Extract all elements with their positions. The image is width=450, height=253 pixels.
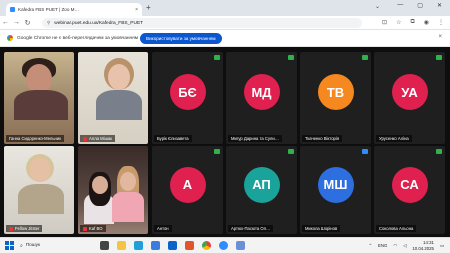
participant-avatar: МШ bbox=[317, 166, 354, 203]
meeting-gallery: Ганна Сидоренко-Мельник Алла Мішак БЄ Бу… bbox=[0, 47, 450, 237]
zoom-icon[interactable] bbox=[219, 241, 228, 250]
extensions-icon[interactable]: ⧉ bbox=[410, 19, 414, 26]
participant-tile[interactable]: Ганна Сидоренко-Мельник bbox=[4, 52, 74, 144]
participant-tile[interactable]: МШ Микола Шорінов bbox=[300, 146, 371, 234]
clock[interactable]: 14:31 10.04.2025 bbox=[412, 240, 434, 251]
taskbar-search-label: Пошук bbox=[25, 243, 41, 248]
participant-avatar: СА bbox=[391, 166, 428, 203]
audio-indicator-icon bbox=[214, 149, 220, 154]
address-bar-row: ← → ↻ ⚲ webinar.puet.edu.ua/Kafedra_FBS_… bbox=[0, 16, 450, 30]
participant-tile[interactable]: МД Мигур Дарина та Сули… bbox=[226, 52, 297, 144]
reload-icon[interactable]: ↻ bbox=[22, 19, 33, 27]
maximize-button[interactable]: ▢ bbox=[417, 2, 423, 9]
set-default-button[interactable]: Використовувати за умовчанням bbox=[140, 33, 222, 44]
participant-tile[interactable]: Fellow Jitster bbox=[4, 146, 74, 234]
task-view-icon[interactable] bbox=[100, 241, 109, 250]
participant-name: Соколова Альона bbox=[379, 226, 414, 231]
profile-icon[interactable]: ◉ bbox=[424, 19, 429, 26]
participant-video bbox=[4, 146, 74, 234]
audio-indicator-icon bbox=[288, 149, 294, 154]
tab-search-icon[interactable]: ⌄ bbox=[375, 3, 380, 10]
tab-close-icon[interactable]: × bbox=[135, 7, 138, 13]
url-input[interactable]: ⚲ webinar.puet.edu.ua/Kafedra_FBS_PUET bbox=[42, 18, 362, 28]
participant-tile[interactable]: АП Артюх-Пасюта Ол… bbox=[226, 146, 297, 234]
url-text: webinar.puet.edu.ua/Kafedra_FBS_PUET bbox=[54, 20, 144, 26]
mic-muted-icon bbox=[9, 226, 13, 231]
participant-name: Kaf BO bbox=[89, 226, 103, 231]
menu-icon[interactable]: ⋮ bbox=[438, 19, 444, 26]
participant-tile[interactable]: СА Соколова Альона bbox=[374, 146, 445, 234]
tray-chevron-icon[interactable]: ⌃ bbox=[368, 243, 372, 249]
participant-tile[interactable]: ТВ Ткаченко Вікторія bbox=[300, 52, 371, 144]
participant-name: Ткаченко Вікторія bbox=[305, 136, 340, 141]
participant-avatar: АП bbox=[243, 166, 280, 203]
participant-avatar: БЄ bbox=[169, 74, 206, 111]
participant-name: Алла Мішак bbox=[89, 136, 113, 141]
participant-tile[interactable]: Kaf BO bbox=[78, 146, 148, 234]
audio-indicator-icon bbox=[288, 55, 294, 60]
mic-muted-icon bbox=[83, 136, 87, 141]
audio-indicator-icon bbox=[362, 55, 368, 60]
forward-icon[interactable]: → bbox=[11, 19, 22, 26]
participant-name: Fellow Jitster bbox=[15, 226, 40, 231]
edge-icon[interactable] bbox=[134, 241, 143, 250]
minimize-button[interactable]: — bbox=[397, 2, 403, 9]
chrome-icon[interactable] bbox=[202, 241, 211, 250]
participant-video bbox=[4, 52, 74, 144]
participant-name: Урусенко Аліна bbox=[379, 136, 409, 141]
default-browser-infobar: Google Chrome не є веб-переглядачем за у… bbox=[0, 30, 450, 47]
chrome-logo-icon bbox=[7, 35, 13, 41]
infobar-message: Google Chrome не є веб-переглядачем за у… bbox=[17, 35, 139, 41]
browser-tab-strip: Kafedra FBS PUET | Zoo M… × + ⌄ — ▢ ✕ bbox=[0, 0, 450, 16]
site-info-icon[interactable]: ⚲ bbox=[47, 20, 50, 26]
infobar-close-icon[interactable]: × bbox=[438, 34, 442, 40]
language-indicator[interactable]: ENG bbox=[378, 243, 387, 248]
audio-indicator-icon bbox=[214, 55, 220, 60]
start-button[interactable] bbox=[5, 241, 14, 250]
more-options-icon[interactable] bbox=[362, 149, 368, 154]
search-icon: ⌕ bbox=[20, 243, 23, 249]
clock-date: 10.04.2025 bbox=[412, 245, 434, 251]
participant-avatar: А bbox=[169, 166, 206, 203]
participant-avatar: УА bbox=[391, 74, 428, 111]
office-icon[interactable] bbox=[185, 241, 194, 250]
participant-tile[interactable]: Алла Мішак bbox=[78, 52, 148, 144]
participant-name: Антон bbox=[157, 226, 169, 231]
participant-tile[interactable]: БЄ Бурік Єлизавета bbox=[152, 52, 223, 144]
audio-indicator-icon bbox=[436, 149, 442, 154]
participant-video bbox=[78, 146, 148, 234]
participant-name: Микола Шорінов bbox=[305, 226, 338, 231]
wifi-icon[interactable]: ◠ bbox=[393, 243, 397, 249]
install-icon[interactable]: ⊡ bbox=[382, 19, 387, 26]
close-window-button[interactable]: ✕ bbox=[437, 2, 442, 9]
windows-taskbar: ⌕ Пошук ⌃ ENG ◠ ◁ 14:31 10.04.2025 ▭ bbox=[0, 237, 450, 253]
mail-icon[interactable] bbox=[168, 241, 177, 250]
participant-avatar: МД bbox=[243, 74, 280, 111]
taskbar-search[interactable]: ⌕ Пошук bbox=[20, 243, 40, 249]
tab-title: Kafedra FBS PUET | Zoo M… bbox=[18, 7, 80, 12]
participant-avatar: ТВ bbox=[317, 74, 354, 111]
participant-name: Мигур Дарина та Сули… bbox=[231, 136, 279, 141]
participant-tile[interactable]: УА Урусенко Аліна bbox=[374, 52, 445, 144]
file-explorer-icon[interactable] bbox=[117, 241, 126, 250]
participant-tile[interactable]: А Антон bbox=[152, 146, 223, 234]
volume-icon[interactable]: ◁ bbox=[403, 243, 406, 249]
bookmark-star-icon[interactable]: ☆ bbox=[396, 19, 401, 26]
store-icon[interactable] bbox=[151, 241, 160, 250]
mic-muted-icon bbox=[83, 226, 87, 231]
audio-indicator-icon bbox=[436, 55, 442, 60]
browser-tab[interactable]: Kafedra FBS PUET | Zoo M… × bbox=[6, 3, 142, 16]
participant-name: Артюх-Пасюта Ол… bbox=[231, 226, 271, 231]
participant-name: Ганна Сидоренко-Мельник bbox=[9, 136, 62, 141]
participant-name: Бурік Єлизавета bbox=[157, 136, 189, 141]
notifications-icon[interactable]: ▭ bbox=[440, 243, 444, 249]
photos-icon[interactable] bbox=[236, 241, 245, 250]
participant-video bbox=[78, 52, 148, 144]
back-icon[interactable]: ← bbox=[0, 19, 11, 26]
new-tab-button[interactable]: + bbox=[146, 3, 151, 13]
zoom-favicon-icon bbox=[10, 7, 15, 12]
